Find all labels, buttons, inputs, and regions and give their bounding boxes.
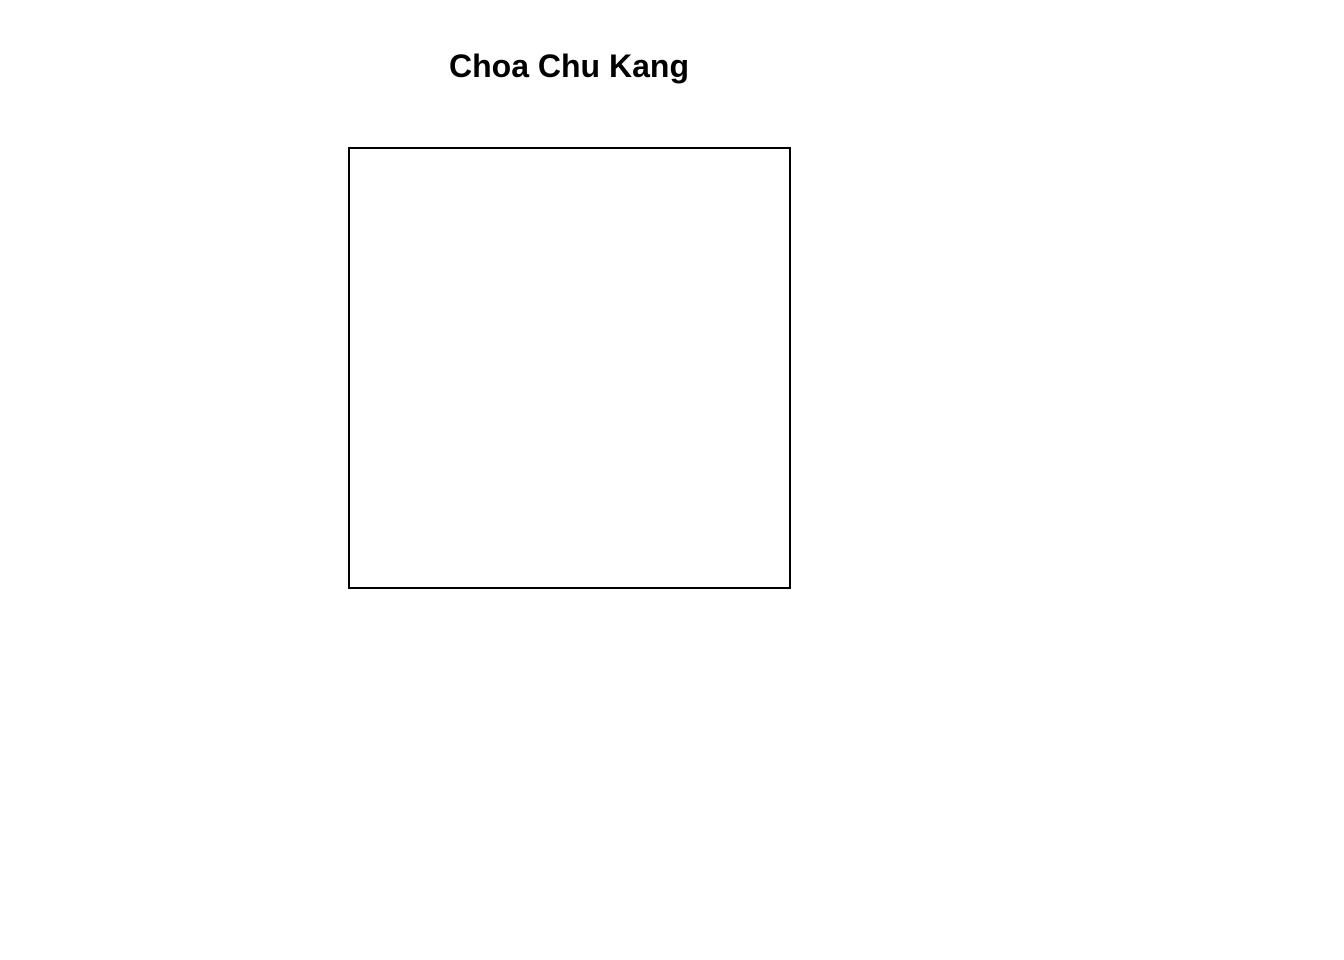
chart-title: Choa Chu Kang bbox=[449, 48, 689, 84]
plot-area bbox=[348, 147, 791, 589]
chart-figure: Choa Chu Kang bbox=[0, 0, 1344, 960]
